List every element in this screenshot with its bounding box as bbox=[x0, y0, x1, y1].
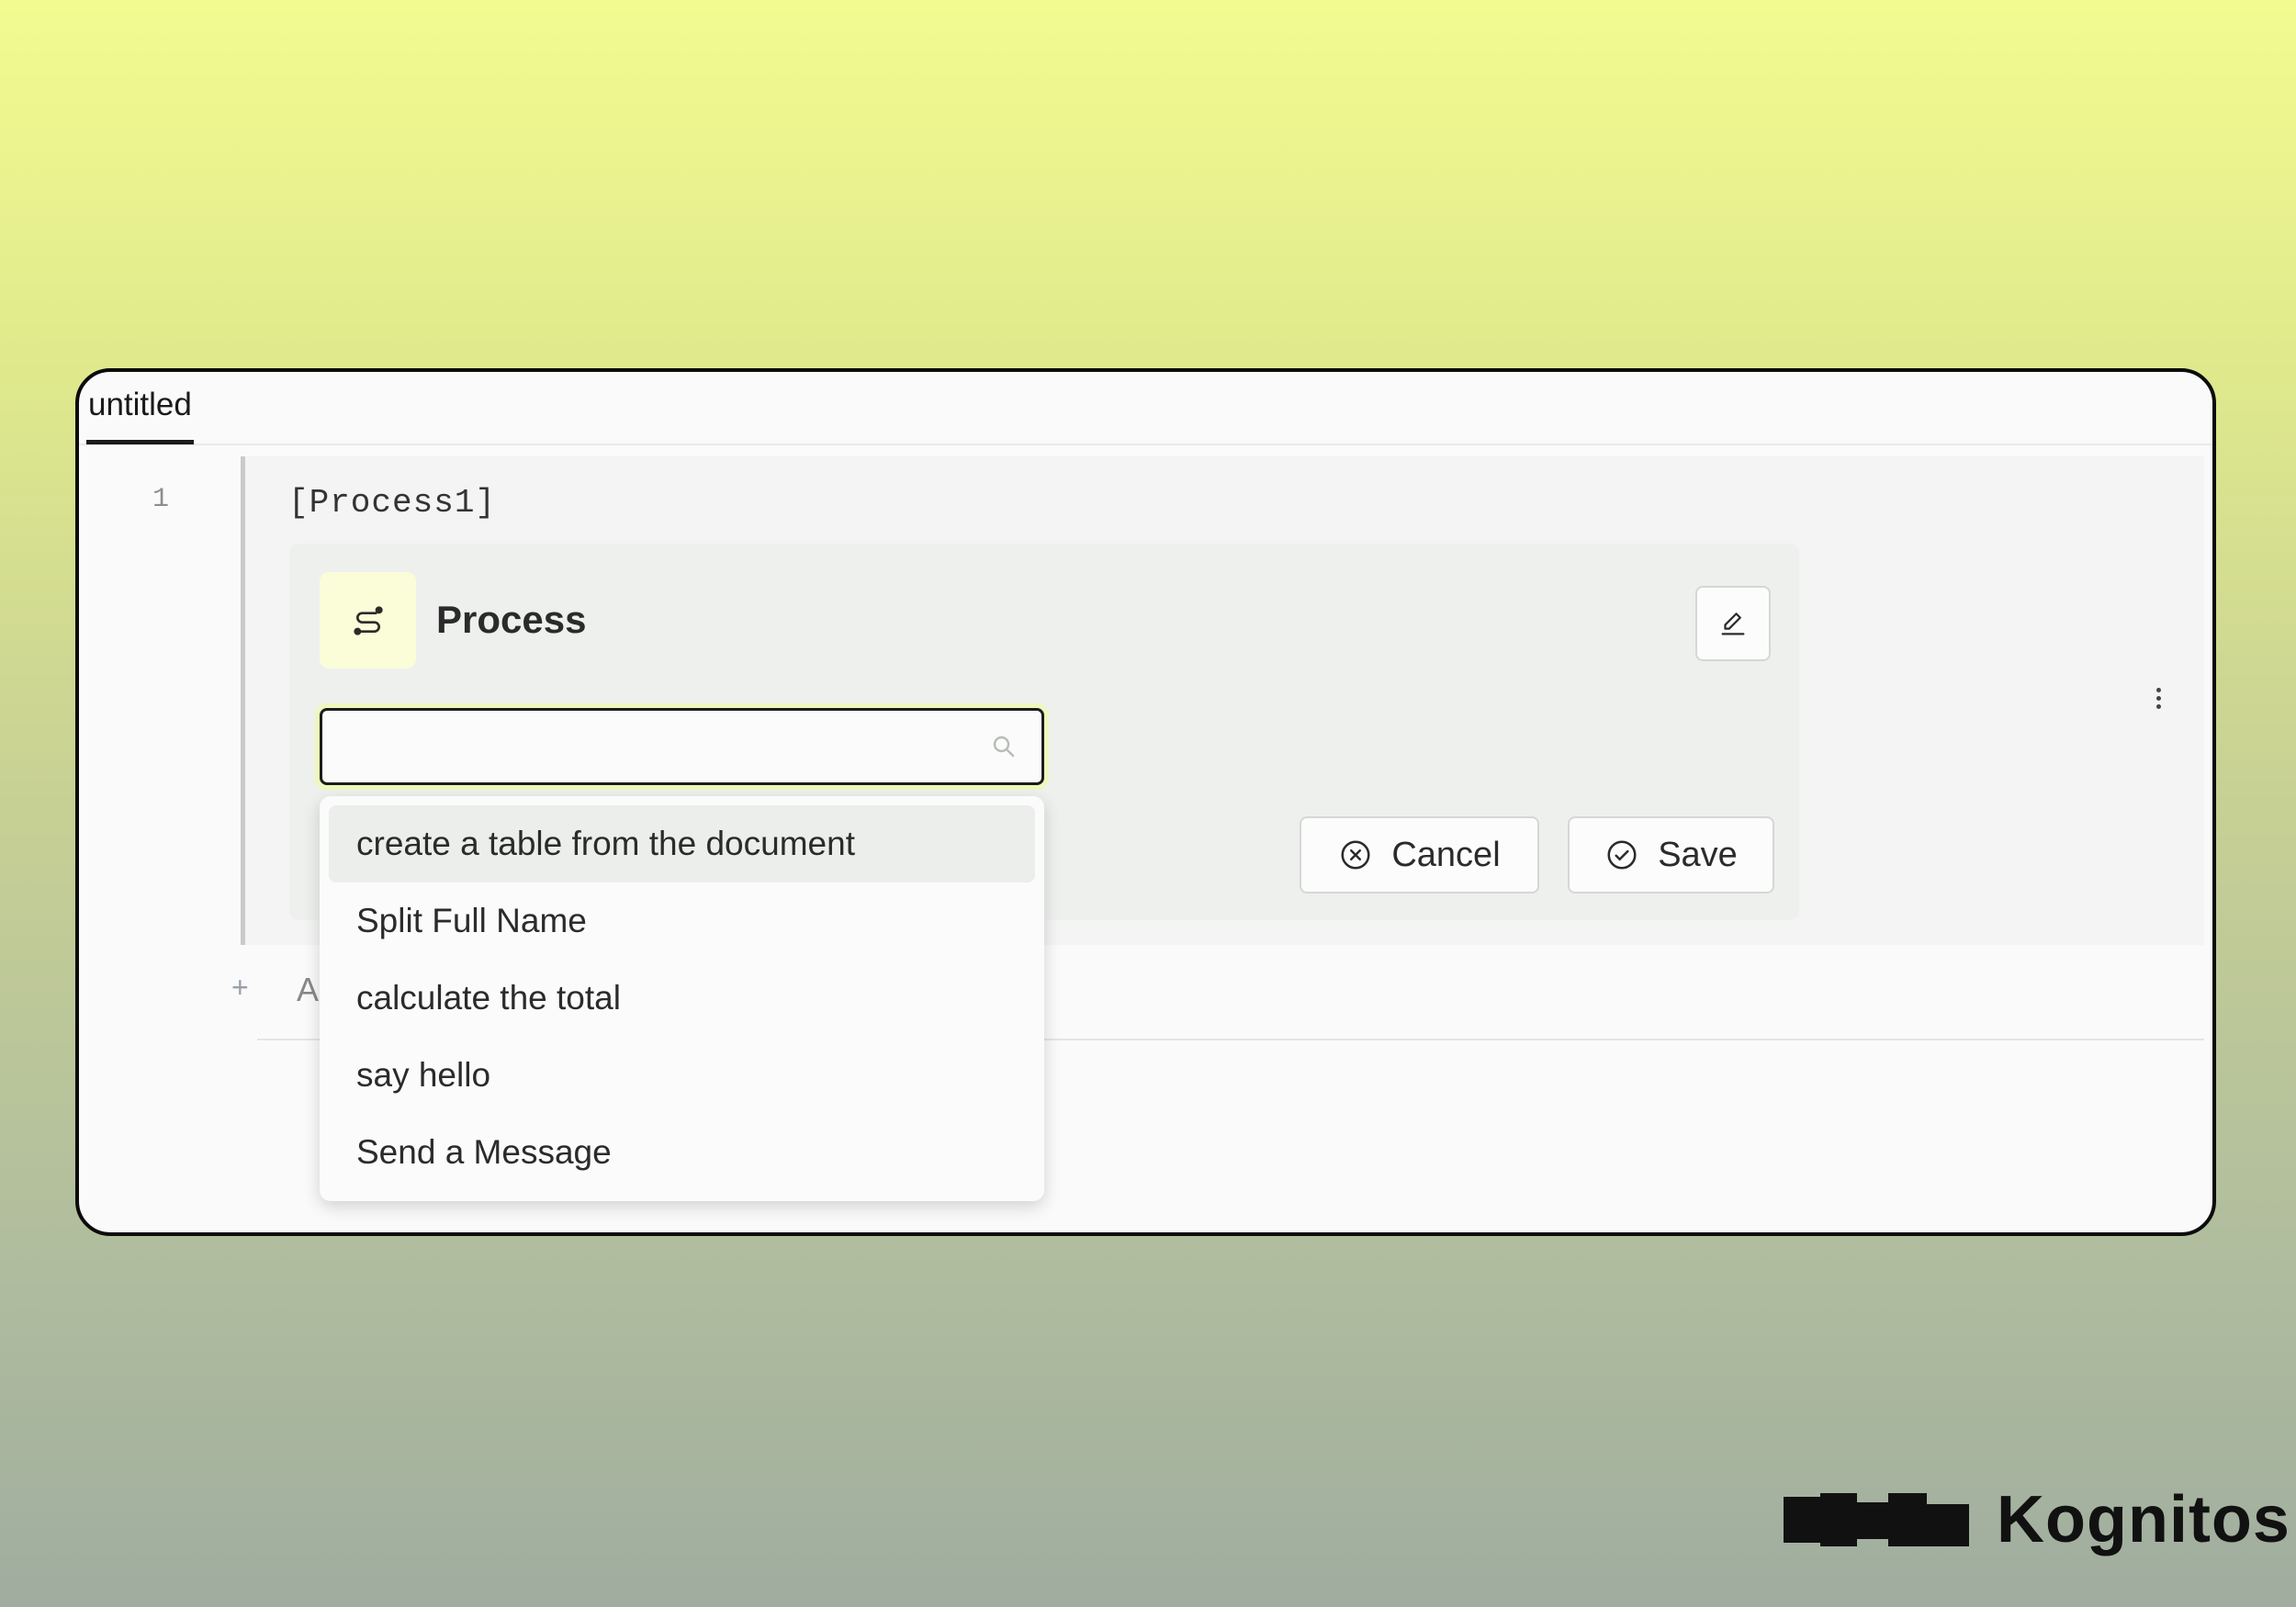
cancel-label: Cancel bbox=[1391, 835, 1501, 874]
cancel-button[interactable]: Cancel bbox=[1300, 816, 1539, 893]
more-options-icon[interactable] bbox=[2149, 684, 2167, 721]
save-button[interactable]: Save bbox=[1568, 816, 1774, 893]
suggestion-dropdown: create a table from the document Split F… bbox=[320, 796, 1044, 1201]
search-icon bbox=[990, 733, 1018, 765]
dropdown-item[interactable]: calculate the total bbox=[329, 960, 1035, 1037]
route-icon bbox=[320, 572, 416, 669]
tab-untitled[interactable]: untitled bbox=[86, 387, 194, 444]
tab-bar: untitled bbox=[79, 372, 2212, 445]
add-line-label[interactable]: A bbox=[297, 971, 319, 1009]
kognitos-logo-icon bbox=[1784, 1493, 1969, 1546]
dropdown-item[interactable]: say hello bbox=[329, 1037, 1035, 1114]
editor-window: untitled 1 [Process1] Process Cancel Sav… bbox=[75, 368, 2216, 1236]
save-label: Save bbox=[1658, 835, 1738, 874]
brand-logo: Kognitos bbox=[1784, 1482, 2290, 1557]
edit-button[interactable] bbox=[1695, 586, 1771, 661]
check-circle-icon bbox=[1607, 840, 1637, 870]
search-field[interactable] bbox=[320, 708, 1044, 785]
process-title: Process bbox=[436, 598, 587, 641]
search-input[interactable] bbox=[332, 718, 960, 777]
cancel-circle-icon bbox=[1341, 840, 1370, 870]
brand-name: Kognitos bbox=[1997, 1483, 2290, 1556]
dropdown-item[interactable]: create a table from the document bbox=[329, 805, 1035, 882]
process-reference: [Process1] bbox=[288, 484, 497, 522]
line-number: 1 bbox=[152, 484, 170, 515]
add-plus-icon[interactable]: + bbox=[231, 971, 249, 1005]
dropdown-item[interactable]: Send a Message bbox=[329, 1114, 1035, 1191]
dropdown-item[interactable]: Split Full Name bbox=[329, 882, 1035, 960]
pencil-icon bbox=[1721, 612, 1745, 635]
